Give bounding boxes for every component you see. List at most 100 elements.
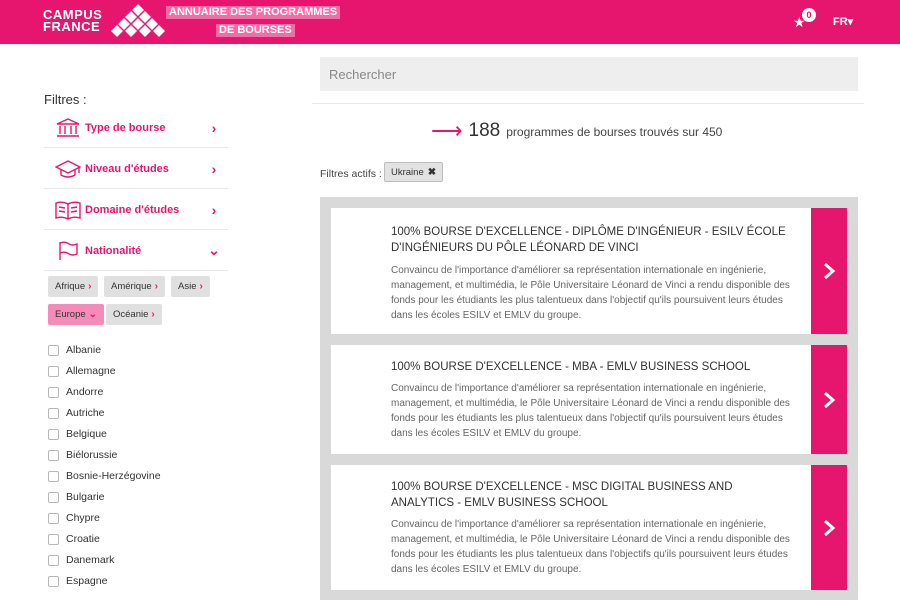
region-label: Amérique <box>111 281 152 292</box>
country-checkbox[interactable]: Biélorussie <box>48 447 117 463</box>
country-checkbox[interactable]: Allemagne <box>48 363 116 379</box>
country-checkbox[interactable]: Andorre <box>48 384 103 400</box>
chevron-right-icon: › <box>199 281 203 292</box>
country-label: Allemagne <box>66 365 116 377</box>
filter-label: Type de bourse <box>85 121 166 134</box>
favorites-count-badge: 0 <box>802 8 816 22</box>
card-title[interactable]: 100% BOURSE D'EXCELLENCE - MSC DIGITAL B… <box>391 479 796 511</box>
country-label: Autriche <box>66 407 105 419</box>
country-label: Bulgarie <box>66 491 105 503</box>
chip-label: Ukraine <box>391 166 424 178</box>
scholarship-card[interactable]: 100% BOURSE D'EXCELLENCE - MBA - EMLV BU… <box>331 345 811 454</box>
checkbox[interactable] <box>48 407 59 419</box>
filters-title: Filtres : <box>44 92 87 107</box>
filter-type-de-bourse[interactable]: Type de bourse › <box>44 108 228 148</box>
search-input[interactable] <box>320 57 858 91</box>
close-icon[interactable]: ✖ <box>428 167 436 178</box>
logo-line2: FRANCE <box>43 19 101 34</box>
filter-label: Niveau d'études <box>85 162 169 175</box>
results-summary: ⟶ 188 programmes de bourses trouvés sur … <box>431 116 723 143</box>
country-checkbox[interactable]: Danemark <box>48 552 114 568</box>
directory-tagline: ANNUAIRE DES PROGRAMMES DE BOURSES <box>166 6 341 38</box>
region-asie[interactable]: Asie › <box>171 276 210 297</box>
flag-icon <box>53 240 83 262</box>
campus-france-logo[interactable]: CAMPUS FRANCE <box>43 8 102 34</box>
tagline-line2: DE BOURSES <box>216 24 295 37</box>
institution-icon <box>53 117 83 139</box>
chevron-right-icon: › <box>151 309 155 320</box>
checkbox[interactable] <box>48 344 59 356</box>
country-checkbox[interactable]: Autriche <box>48 405 105 421</box>
checkbox[interactable] <box>48 470 59 482</box>
open-card-button[interactable] <box>811 345 847 454</box>
filter-niveau-etudes[interactable]: Niveau d'études › <box>44 149 228 189</box>
checkbox[interactable] <box>48 386 59 398</box>
active-filters-label: Filtres actifs : <box>320 168 382 180</box>
country-label: Danemark <box>66 554 115 566</box>
card-title[interactable]: 100% BOURSE D'EXCELLENCE - MBA - EMLV BU… <box>391 359 796 375</box>
country-label: Croatie <box>66 533 100 545</box>
checkbox[interactable] <box>48 533 59 545</box>
region-label: Océanie <box>113 309 149 320</box>
logo-diamond-icon <box>111 4 165 37</box>
results-count: 188 <box>468 120 501 141</box>
favorites-button[interactable]: ★ 0 <box>793 8 819 34</box>
country-label: Bosnie-Herzégovine <box>66 470 161 482</box>
country-checkbox[interactable]: Albanie <box>48 342 101 358</box>
region-oceanie[interactable]: Océanie › <box>106 304 162 325</box>
country-label: Biélorussie <box>66 449 118 461</box>
checkbox[interactable] <box>48 428 59 440</box>
checkbox[interactable] <box>48 449 59 461</box>
scholarship-card[interactable]: 100% BOURSE D'EXCELLENCE - MSC DIGITAL B… <box>331 465 811 590</box>
tagline-line1: ANNUAIRE DES PROGRAMMES <box>166 6 341 19</box>
filter-label: Nationalité <box>85 244 142 257</box>
checkbox[interactable] <box>48 554 59 566</box>
chevron-down-icon: ⌄ <box>208 242 220 258</box>
language-selector[interactable]: FR▾ <box>833 15 853 28</box>
region-label: Afrique <box>55 281 86 292</box>
country-checkbox[interactable]: Bulgarie <box>48 489 105 505</box>
filter-domaine-etudes[interactable]: Domaine d'études › <box>44 190 228 230</box>
graduation-cap-icon <box>53 158 83 180</box>
scholarship-card[interactable]: 100% BOURSE D'EXCELLENCE - DIPLÔME D'ING… <box>331 208 811 334</box>
checkbox[interactable] <box>48 491 59 503</box>
results-text: programmes de bourses trouvés sur 450 <box>506 125 723 139</box>
chevron-right-icon <box>824 519 836 536</box>
book-icon <box>53 199 83 221</box>
checkbox[interactable] <box>48 512 59 524</box>
country-checkbox[interactable]: Chypre <box>48 510 100 526</box>
open-card-button[interactable] <box>811 208 847 334</box>
country-checkbox[interactable]: Croatie <box>48 531 100 547</box>
region-amerique[interactable]: Amérique › <box>104 276 166 297</box>
arrow-right-icon: ⟶ <box>431 118 463 143</box>
country-label: Albanie <box>66 344 102 356</box>
country-checkbox[interactable]: Bosnie-Herzégovine <box>48 468 161 484</box>
chevron-right-icon <box>824 391 836 408</box>
card-description: Convaincu de l'importance d'améliorer sa… <box>391 265 790 321</box>
country-checkbox[interactable]: Belgique <box>48 426 107 442</box>
chevron-right-icon: › <box>154 281 159 292</box>
checkbox[interactable] <box>48 575 59 587</box>
country-label: Espagne <box>66 575 108 587</box>
card-description: Convaincu de l'importance d'améliorer sa… <box>391 383 790 439</box>
country-label: Chypre <box>66 512 100 524</box>
country-label: Andorre <box>66 386 104 398</box>
region-europe[interactable]: Europe ⌄ <box>48 304 105 325</box>
filter-nationalite[interactable]: Nationalité ⌄ <box>44 231 228 271</box>
chevron-down-icon: ⌄ <box>88 309 98 320</box>
region-label: Asie <box>178 281 197 292</box>
country-checkbox[interactable]: Espagne <box>48 573 107 589</box>
card-description: Convaincu de l'importance d'améliorer sa… <box>391 519 790 575</box>
active-filter-chip[interactable]: Ukraine ✖ <box>384 162 444 182</box>
country-label: Belgique <box>66 428 107 440</box>
chevron-right-icon: › <box>211 119 217 136</box>
region-label: Europe <box>55 309 86 320</box>
chevron-right-icon <box>824 262 836 280</box>
top-header: CAMPUS FRANCE ANNUAIRE DES PROGRAMMES DE… <box>0 0 900 44</box>
chevron-right-icon: › <box>211 201 217 218</box>
card-title[interactable]: 100% BOURSE D'EXCELLENCE - DIPLÔME D'ING… <box>391 224 796 256</box>
region-afrique[interactable]: Afrique › <box>48 276 99 297</box>
checkbox[interactable] <box>48 365 59 377</box>
divider <box>312 103 864 104</box>
open-card-button[interactable] <box>811 465 847 590</box>
